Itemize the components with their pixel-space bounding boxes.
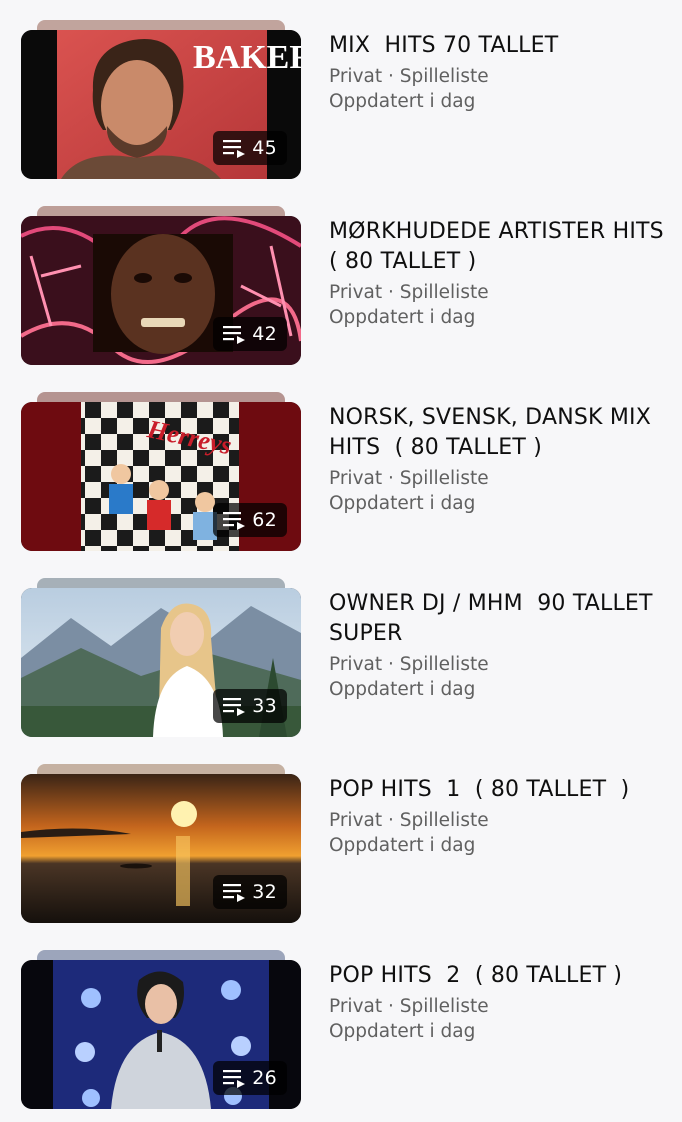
playlist-stack-edge xyxy=(37,578,285,588)
video-count-badge: 33 xyxy=(213,689,287,723)
playlist-info[interactable]: NORSK, SVENSK, DANSK MIX HITS ( 80 TALLE… xyxy=(329,402,674,516)
cover-text-baker: BAKER xyxy=(193,39,301,76)
video-count-badge: 45 xyxy=(213,131,287,165)
playlist-updated: Oppdatert i dag xyxy=(329,679,476,700)
video-count-badge: 32 xyxy=(213,875,287,909)
playlist-title[interactable]: POP HITS 1 ( 80 TALLET ) xyxy=(329,774,674,805)
playlist-privacy-type: Privat · Spilleliste xyxy=(329,66,489,87)
playlist-queue-icon xyxy=(223,1070,246,1088)
video-count: 32 xyxy=(252,881,277,903)
playlist-stack-edge xyxy=(37,206,285,216)
video-count-badge: 62 xyxy=(213,503,287,537)
video-count-badge: 26 xyxy=(213,1061,287,1095)
playlist-item[interactable]: 42 MØRKHUDEDE ARTISTER HITS ( 80 TALLET … xyxy=(0,206,682,376)
playlist-thumbnail[interactable]: 42 xyxy=(21,216,301,365)
playlist-item[interactable]: 26 POP HITS 2 ( 80 TALLET ) Privat · Spi… xyxy=(0,950,682,1120)
video-count-badge: 42 xyxy=(213,317,287,351)
playlist-title[interactable]: OWNER DJ / MHM 90 TALLET SUPER xyxy=(329,588,674,649)
playlist-thumbnail[interactable]: Herreys 62 xyxy=(21,402,301,551)
playlist-queue-icon xyxy=(223,512,246,530)
playlist-title[interactable]: NORSK, SVENSK, DANSK MIX HITS ( 80 TALLE… xyxy=(329,402,674,463)
playlist-info[interactable]: POP HITS 1 ( 80 TALLET ) Privat · Spille… xyxy=(329,774,674,858)
video-count: 26 xyxy=(252,1067,277,1089)
playlist-stack-edge xyxy=(37,20,285,30)
playlist-info[interactable]: MØRKHUDEDE ARTISTER HITS ( 80 TALLET ) P… xyxy=(329,216,674,330)
playlist-info[interactable]: POP HITS 2 ( 80 TALLET ) Privat · Spille… xyxy=(329,960,674,1044)
playlist-privacy-type: Privat · Spilleliste xyxy=(329,996,489,1017)
playlist-privacy-type: Privat · Spilleliste xyxy=(329,282,489,303)
playlist-updated: Oppdatert i dag xyxy=(329,835,476,856)
video-count: 33 xyxy=(252,695,277,717)
playlist-item[interactable]: 32 POP HITS 1 ( 80 TALLET ) Privat · Spi… xyxy=(0,764,682,934)
playlist-privacy-type: Privat · Spilleliste xyxy=(329,468,489,489)
playlist-item[interactable]: BAKER 45 MIX HITS 70 TALLET Privat · Spi… xyxy=(0,20,682,190)
playlist-info[interactable]: OWNER DJ / MHM 90 TALLET SUPER Privat · … xyxy=(329,588,674,702)
playlist-stack-edge xyxy=(37,764,285,774)
playlist-updated: Oppdatert i dag xyxy=(329,493,476,514)
playlist-queue-icon xyxy=(223,884,246,902)
playlist-privacy-type: Privat · Spilleliste xyxy=(329,654,489,675)
playlist-thumbnail[interactable]: 26 xyxy=(21,960,301,1109)
playlist-title[interactable]: MIX HITS 70 TALLET xyxy=(329,30,674,61)
playlist-privacy-type: Privat · Spilleliste xyxy=(329,810,489,831)
playlist-stack-edge xyxy=(37,950,285,960)
playlist-queue-icon xyxy=(223,326,246,344)
playlist-item[interactable]: Herreys 62 NORSK, SVENSK, DANSK MIX HITS… xyxy=(0,392,682,562)
video-count: 42 xyxy=(252,323,277,345)
playlist-item[interactable]: 33 OWNER DJ / MHM 90 TALLET SUPER Privat… xyxy=(0,578,682,748)
playlist-thumbnail[interactable]: 32 xyxy=(21,774,301,923)
playlist-stack-edge xyxy=(37,392,285,402)
playlist-updated: Oppdatert i dag xyxy=(329,1021,476,1042)
video-count: 62 xyxy=(252,509,277,531)
playlist-queue-icon xyxy=(223,140,246,158)
video-count: 45 xyxy=(252,137,277,159)
playlist-title[interactable]: MØRKHUDEDE ARTISTER HITS ( 80 TALLET ) xyxy=(329,216,674,277)
playlist-thumbnail[interactable]: 33 xyxy=(21,588,301,737)
playlist-title[interactable]: POP HITS 2 ( 80 TALLET ) xyxy=(329,960,674,991)
playlist-queue-icon xyxy=(223,698,246,716)
playlist-updated: Oppdatert i dag xyxy=(329,91,476,112)
playlist-thumbnail[interactable]: BAKER 45 xyxy=(21,30,301,179)
playlist-info[interactable]: MIX HITS 70 TALLET Privat · Spilleliste … xyxy=(329,30,674,114)
playlist-updated: Oppdatert i dag xyxy=(329,307,476,328)
